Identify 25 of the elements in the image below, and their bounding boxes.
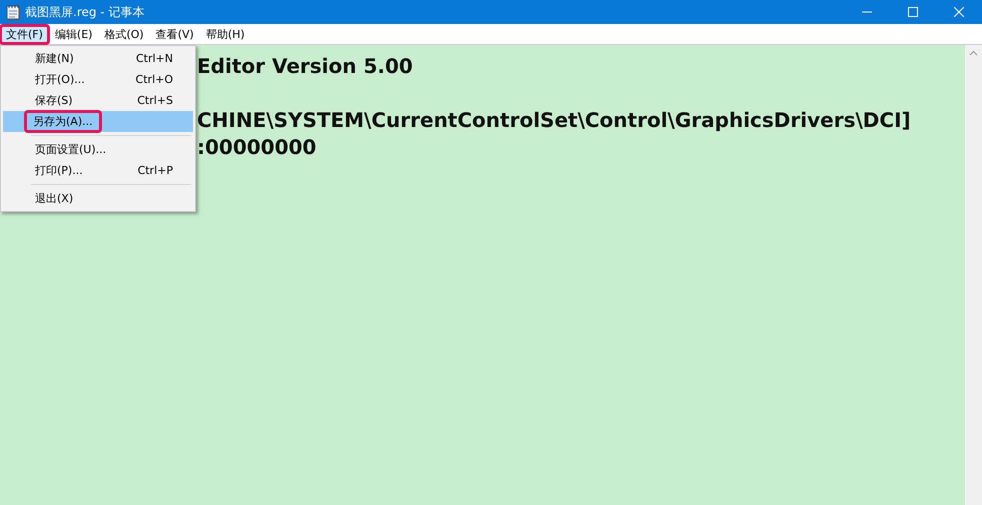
window-title: 截图黑屏.reg - 记事本 [25,4,146,21]
menu-item[interactable]: 格式(O) [98,24,150,44]
menu-item[interactable]: 查看(V) [150,24,200,44]
shortcut-text: Ctrl+S [137,93,173,109]
menu-entry[interactable]: 新建(N) Ctrl+N [3,48,193,69]
menu-entry[interactable]: 打印(P)... Ctrl+P [3,160,193,181]
close-icon [954,7,964,17]
text-line: CHINE\SYSTEM\CurrentControlSet\Control\GraphicsDrivers\DCI] [197,107,912,134]
menu-entry[interactable]: 页面设置(U)... [3,139,193,160]
notepad-icon [6,4,20,20]
shortcut-text: Ctrl+N [136,51,173,67]
highlight-frame: 另存为(A)... [25,111,101,132]
menu-entry[interactable]: 保存(S) Ctrl+S [3,90,193,111]
menu-item[interactable]: 文件(F) [0,24,49,44]
maximize-icon [908,7,918,17]
menu-entry[interactable]: 退出(X) [3,188,193,209]
text-line: :00000000 [197,134,318,161]
menu-item[interactable]: 编辑(E) [48,24,98,44]
text-line: Editor Version 5.00 [197,53,414,80]
menu-item[interactable]: 帮助(H) [200,24,251,44]
menu-entry[interactable]: 另存为(A)... [3,111,193,132]
menu-entry[interactable]: 打开(O)... Ctrl+O [3,69,193,90]
shortcut-text: Ctrl+O [136,72,173,88]
scrollbar[interactable] [965,45,982,505]
shortcut-text: Ctrl+P [138,163,173,179]
